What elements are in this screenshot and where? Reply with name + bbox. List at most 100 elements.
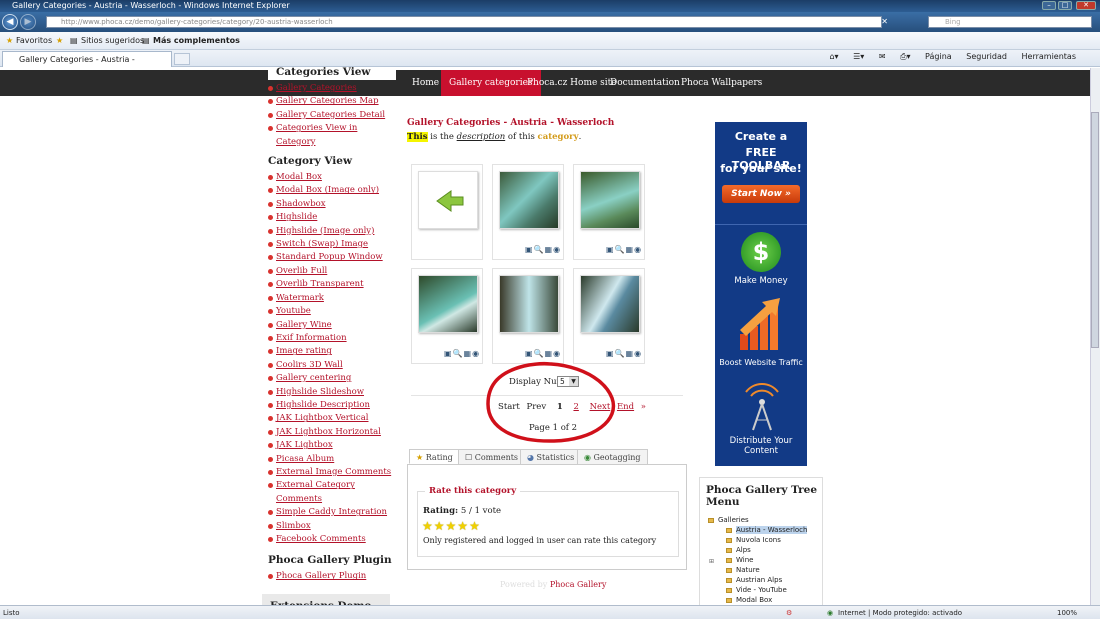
sidebar-link[interactable]: Highslide bbox=[268, 211, 396, 224]
tree-item[interactable]: Vide - YouTube bbox=[726, 586, 787, 594]
sidebar-link[interactable]: Watermark bbox=[268, 292, 396, 305]
tools-menu[interactable]: Herramientas bbox=[1022, 52, 1077, 61]
suggested-sites-button[interactable]: Sitios sugeridos bbox=[81, 32, 144, 50]
star-icon[interactable]: ★ bbox=[434, 519, 446, 533]
tree-root[interactable]: Galleries bbox=[708, 516, 749, 524]
tab-geotagging[interactable]: ◉ Geotagging bbox=[577, 449, 648, 464]
sidebar-link[interactable]: Modal Box (Image only) bbox=[268, 184, 396, 197]
ad-start-now-button[interactable]: Start Now » bbox=[722, 185, 800, 203]
mail-icon[interactable]: ✉ bbox=[879, 52, 886, 61]
image-thumbnail[interactable] bbox=[499, 171, 559, 229]
image-thumb[interactable]: ▣🔍▦◉ bbox=[573, 268, 645, 364]
image-thumbnail[interactable] bbox=[580, 171, 640, 229]
forward-button[interactable]: ▶ bbox=[20, 14, 36, 30]
tree-item[interactable]: Alps bbox=[726, 546, 751, 554]
image-thumb[interactable]: ▣🔍▦◉ bbox=[492, 268, 564, 364]
security-menu[interactable]: Seguridad bbox=[966, 52, 1007, 61]
back-arrow-icon[interactable] bbox=[418, 171, 478, 229]
sidebar-link[interactable]: Exif Information bbox=[268, 332, 396, 345]
tree-item[interactable]: Nature bbox=[726, 566, 760, 574]
sidebar-link[interactable]: External Category Comments bbox=[268, 479, 396, 506]
sidebar-link[interactable]: Simple Caddy Integration bbox=[268, 506, 396, 519]
more-addons-button[interactable]: Más complementos bbox=[153, 32, 240, 50]
favorites-button[interactable]: Favoritos bbox=[16, 32, 52, 50]
sidebar-link[interactable]: JAK Lightbox Horizontal bbox=[268, 426, 396, 439]
zoom-level[interactable]: 100% bbox=[1057, 606, 1077, 620]
sidebar-link[interactable]: Overlib Transparent bbox=[268, 278, 396, 291]
sidebar-link[interactable]: Overlib Full bbox=[268, 265, 396, 278]
sidebar-link[interactable]: Gallery centering bbox=[268, 372, 396, 385]
image-actions-icon[interactable]: ▣🔍▦◉ bbox=[525, 349, 561, 358]
minimize-button[interactable]: – bbox=[1042, 1, 1056, 10]
rating-stars[interactable]: ★★★★★ bbox=[422, 519, 481, 533]
page-menu[interactable]: Página bbox=[925, 52, 952, 61]
sidebar-link[interactable]: Facebook Comments bbox=[268, 533, 396, 546]
powered-link[interactable]: Phoca Gallery bbox=[550, 580, 607, 589]
scrollbar-thumb[interactable] bbox=[1091, 112, 1099, 348]
tree-item[interactable]: Wine bbox=[726, 556, 753, 564]
image-actions-icon[interactable]: ▣🔍▦◉ bbox=[606, 245, 642, 254]
back-button[interactable]: ◀ bbox=[2, 14, 18, 30]
ad-make-money: Make Money bbox=[734, 276, 788, 286]
sidebar-link[interactable]: Picasa Album bbox=[268, 453, 396, 466]
sidebar-link[interactable]: Highslide Slideshow bbox=[268, 386, 396, 399]
sidebar-link[interactable]: Shadowbox bbox=[268, 198, 396, 211]
image-actions-icon[interactable]: ▣🔍▦◉ bbox=[525, 245, 561, 254]
tab-rating[interactable]: ★ Rating bbox=[409, 449, 460, 464]
sidebar-link[interactable]: JAK Lightbox bbox=[268, 439, 396, 452]
star-icon[interactable]: ★ bbox=[446, 519, 458, 533]
add-favorite-icon[interactable]: ★ bbox=[56, 32, 63, 50]
browser-tab[interactable]: Gallery Categories - Austria - Wasserloc… bbox=[2, 51, 172, 79]
sidebar-link[interactable]: Standard Popup Window bbox=[268, 251, 396, 264]
feeds-icon[interactable]: ☰▾ bbox=[853, 52, 864, 61]
sidebar-link[interactable]: Image rating bbox=[268, 345, 396, 358]
tab-statistics[interactable]: ◕ Statistics bbox=[520, 449, 582, 464]
sidebar-link[interactable]: Categories View in Category bbox=[268, 122, 396, 149]
star-icon[interactable]: ★ bbox=[422, 519, 434, 533]
folder-icon bbox=[726, 527, 732, 533]
rate-title: Rate this category bbox=[425, 486, 521, 496]
image-thumb[interactable]: ▣🔍▦◉ bbox=[411, 268, 483, 364]
search-input[interactable]: Bing bbox=[928, 16, 1092, 28]
tree-item[interactable]: Nuvola Icons bbox=[726, 536, 781, 544]
sidebar-link[interactable]: Gallery Categories Detail bbox=[268, 109, 396, 122]
sidebar-link[interactable]: Modal Box bbox=[268, 171, 396, 184]
print-icon[interactable]: ⎙▾ bbox=[900, 52, 910, 61]
image-thumb[interactable]: ▣🔍▦◉ bbox=[492, 164, 564, 260]
sidebar-link[interactable]: Highslide (Image only) bbox=[268, 225, 396, 238]
sidebar-link[interactable]: Gallery Categories Map bbox=[268, 95, 396, 108]
image-actions-icon[interactable]: ▣🔍▦◉ bbox=[444, 349, 480, 358]
security-icon[interactable]: ⚙ bbox=[786, 606, 792, 620]
sidebar-link[interactable]: Highslide Description bbox=[268, 399, 396, 412]
image-thumbnail[interactable] bbox=[418, 275, 478, 333]
tree-item[interactable]: Modal Box bbox=[726, 596, 772, 604]
sidebar-link[interactable]: Switch (Swap) Image bbox=[268, 238, 396, 251]
tree-item[interactable]: Austrian Alps bbox=[726, 576, 782, 584]
pagination-arrow[interactable]: » bbox=[641, 402, 646, 412]
tree-item[interactable]: Austria - Wasserloch bbox=[726, 526, 808, 534]
tab-comments[interactable]: ☐ Comments bbox=[458, 449, 526, 464]
sidebar-link[interactable]: Slimbox bbox=[268, 520, 396, 533]
image-thumbnail[interactable] bbox=[499, 275, 559, 333]
image-thumbnail[interactable] bbox=[580, 275, 640, 333]
image-actions-icon[interactable]: ▣🔍▦◉ bbox=[606, 349, 642, 358]
image-thumb[interactable]: ▣🔍▦◉ bbox=[573, 164, 645, 260]
star-icon[interactable]: ★ bbox=[457, 519, 469, 533]
new-tab-button[interactable] bbox=[174, 53, 190, 65]
refresh-icon[interactable]: ⟳ ✕ bbox=[872, 17, 888, 26]
star-icon[interactable]: ★ bbox=[469, 519, 481, 533]
back-category-box[interactable] bbox=[411, 164, 483, 260]
sidebar-link[interactable]: Gallery Categories bbox=[268, 82, 396, 95]
sidebar-link[interactable]: Gallery Wine bbox=[268, 319, 396, 332]
address-bar[interactable]: http://www.phoca.cz/demo/gallery-categor… bbox=[46, 16, 882, 28]
sidebar-link[interactable]: Phoca Gallery Plugin bbox=[268, 570, 396, 583]
nav-wallpapers[interactable]: Phoca Wallpapers bbox=[673, 70, 770, 96]
sidebar-link[interactable]: Coolirs 3D Wall bbox=[268, 359, 396, 372]
sidebar-link[interactable]: Youtube bbox=[268, 305, 396, 318]
expand-plus-icon[interactable]: ⊞ bbox=[709, 558, 714, 565]
home-icon[interactable]: ⌂▾ bbox=[829, 52, 838, 61]
maximize-button[interactable]: □ bbox=[1058, 1, 1072, 10]
sidebar-link[interactable]: JAK Lightbox Vertical bbox=[268, 412, 396, 425]
sidebar-link[interactable]: External Image Comments bbox=[268, 466, 396, 479]
close-window-button[interactable]: ✕ bbox=[1076, 1, 1096, 10]
